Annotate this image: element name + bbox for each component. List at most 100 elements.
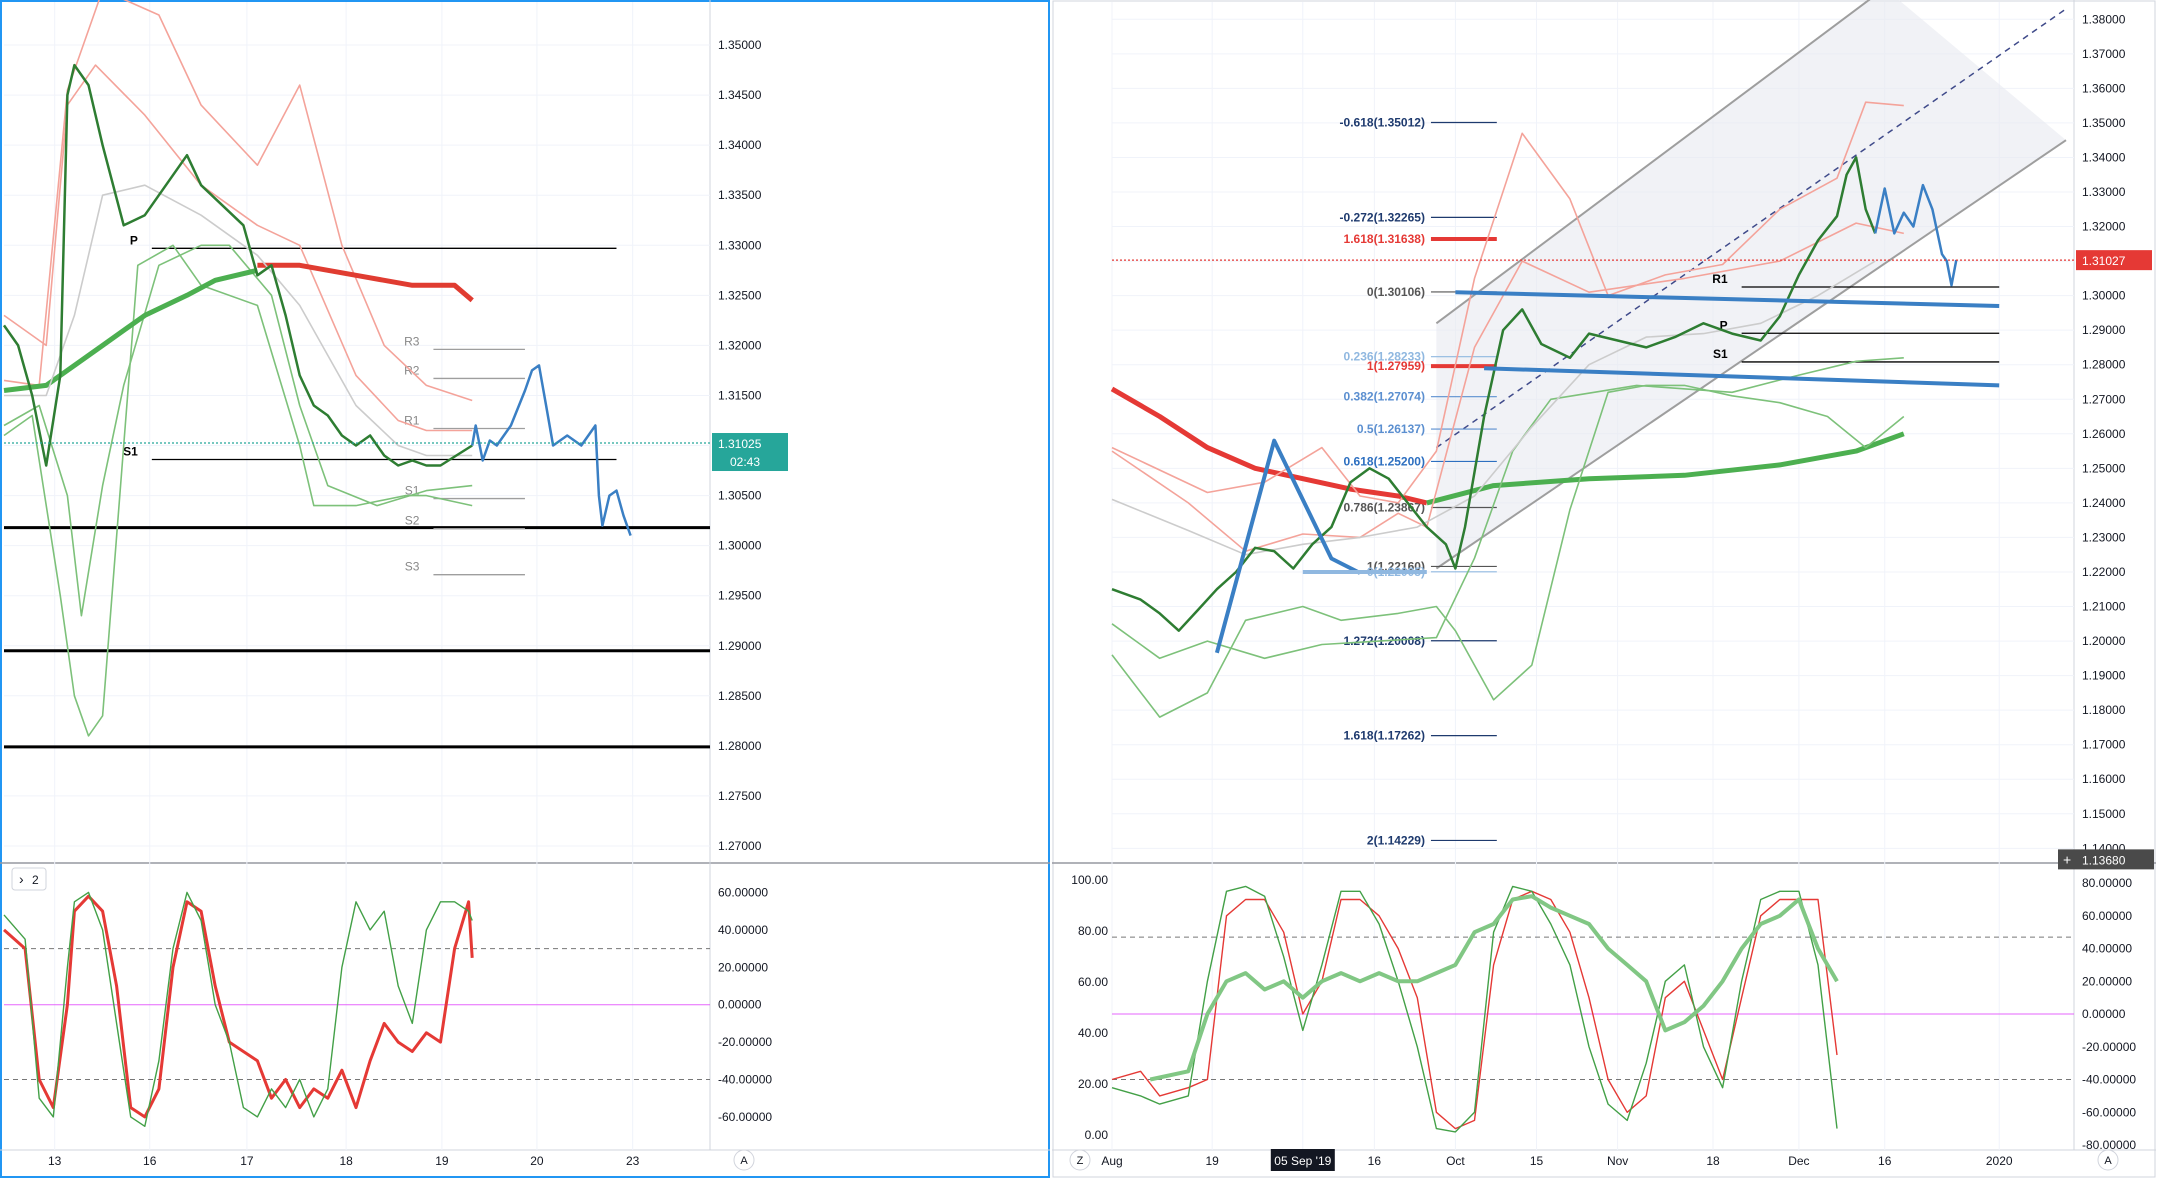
- pivot-label: S1: [123, 445, 138, 459]
- fib-level-label: 0.5(1.26137): [1357, 422, 1425, 436]
- osc-tick-label: -40.00000: [718, 1073, 772, 1087]
- y-tick-label: 1.20000: [2082, 634, 2126, 648]
- y-tick-label: 1.32000: [2082, 220, 2126, 234]
- pivot-label: S3: [405, 560, 420, 574]
- fib-level-label: -0.272(1.32265): [1340, 210, 1425, 224]
- y-tick-label: 1.18000: [2082, 703, 2126, 717]
- x-tick-label: 16: [143, 1154, 157, 1168]
- y-tick-label: 1.27000: [718, 839, 762, 853]
- osc-left-tick-label: 60.00: [1078, 975, 1108, 989]
- y-tick-label: 1.29000: [718, 639, 762, 653]
- auto-scale-label: A: [2104, 1155, 2112, 1167]
- osc-tick-label: 20.00000: [718, 960, 768, 974]
- y-tick-label: 1.33000: [2082, 185, 2126, 199]
- y-tick-label: 1.28500: [718, 689, 762, 703]
- fib-level-label: 2(1.14229): [1367, 833, 1425, 847]
- y-tick-label: 1.28000: [2082, 358, 2126, 372]
- osc-tick-label: 40.00000: [2082, 942, 2132, 956]
- osc-collapse-button[interactable]: [11, 867, 47, 891]
- x-tick-label: 16: [1368, 1154, 1382, 1168]
- crosshair-price-value: 1.13680: [2082, 853, 2126, 867]
- osc-tick-label: 20.00000: [2082, 974, 2132, 988]
- x-tick-label: 19: [1205, 1154, 1219, 1168]
- y-tick-label: 1.29000: [2082, 323, 2126, 337]
- y-tick-label: 1.34000: [718, 138, 762, 152]
- y-tick-label: 1.25000: [2082, 461, 2126, 475]
- x-tick-label: 19: [435, 1154, 449, 1168]
- y-tick-label: 1.35000: [2082, 116, 2126, 130]
- y-tick-label: 1.33000: [718, 238, 762, 252]
- fib-level-label: 0.618(1.25200): [1344, 454, 1425, 468]
- y-tick-label: 1.33500: [718, 188, 762, 202]
- y-tick-label: 1.29500: [718, 589, 762, 603]
- osc-tick-label: -20.00000: [718, 1035, 772, 1049]
- osc-left-tick-label: 80.00: [1078, 924, 1108, 938]
- osc-left-tick-label: 40.00: [1078, 1026, 1108, 1040]
- fib-level-label: 0(1.30106): [1367, 285, 1425, 299]
- x-tick-label: 2020: [1986, 1154, 2013, 1168]
- y-tick-label: 1.27500: [718, 789, 762, 803]
- fib-level-label: -0.618(1.35012): [1340, 115, 1425, 129]
- y-tick-label: 1.30500: [718, 489, 762, 503]
- y-tick-label: 1.34500: [718, 88, 762, 102]
- y-tick-label: 1.38000: [2082, 12, 2126, 26]
- osc-tick-label: 60.00000: [2082, 909, 2132, 923]
- y-tick-label: 1.16000: [2082, 772, 2126, 786]
- zoom-label: Z: [1077, 1155, 1084, 1167]
- x-tick-label: Nov: [1607, 1154, 1628, 1168]
- osc-tick-label: 80.00000: [2082, 876, 2132, 890]
- osc-tick-label: -40.00000: [2082, 1073, 2136, 1087]
- osc-tick-label: -60.00000: [718, 1110, 772, 1124]
- last-price-value: 1.31027: [2082, 254, 2126, 268]
- x-tick-label: Oct: [1446, 1154, 1465, 1168]
- x-tick-label: 18: [1706, 1154, 1720, 1168]
- x-tick-label: 20: [530, 1154, 544, 1168]
- osc-tick-label: 0.00000: [718, 998, 762, 1012]
- crosshair-plus-icon: +: [2063, 851, 2071, 867]
- y-tick-label: 1.19000: [2082, 669, 2126, 683]
- x-tick-label: 17: [240, 1154, 254, 1168]
- osc-left-tick-label: 20.00: [1078, 1077, 1108, 1091]
- y-tick-label: 1.32500: [718, 288, 762, 302]
- auto-scale-label: A: [740, 1155, 748, 1167]
- pivot-label: S2: [405, 514, 420, 528]
- y-tick-label: 1.30000: [718, 539, 762, 553]
- y-tick-label: 1.30000: [2082, 289, 2126, 303]
- y-tick-label: 1.23000: [2082, 530, 2126, 544]
- x-tick-label: 16: [1878, 1154, 1892, 1168]
- fib-level-label: 1.618(1.17262): [1344, 729, 1425, 743]
- y-tick-label: 1.27000: [2082, 392, 2126, 406]
- x-tick-label: 18: [339, 1154, 353, 1168]
- x-tick-label: 13: [48, 1154, 62, 1168]
- y-tick-label: 1.26000: [2082, 427, 2126, 441]
- countdown-timer: 02:43: [730, 455, 760, 469]
- osc-tick-label: -60.00000: [2082, 1105, 2136, 1119]
- y-tick-label: 1.28000: [718, 739, 762, 753]
- y-tick-label: 1.34000: [2082, 150, 2126, 164]
- y-tick-label: 1.35000: [718, 38, 762, 52]
- x-tick-label: 05 Sep '19: [1274, 1154, 1331, 1168]
- x-tick-label: Aug: [1101, 1154, 1122, 1168]
- y-tick-label: 1.22000: [2082, 565, 2126, 579]
- y-tick-label: 1.36000: [2082, 81, 2126, 95]
- x-tick-label: Dec: [1788, 1154, 1809, 1168]
- chevron-icon: ›: [19, 871, 24, 887]
- x-tick-label: 23: [626, 1154, 640, 1168]
- osc-tick-label: 40.00000: [718, 923, 768, 937]
- osc-left-tick-label: 0.00: [1085, 1128, 1109, 1142]
- fib-level-label: 1(1.27959): [1367, 359, 1425, 373]
- chart-canvas: 1.35000 1.34500 1.34000 1.33500 1.33000 1.325…: [0, 0, 2158, 1180]
- pivot-label: S1: [1713, 347, 1728, 361]
- y-tick-label: 1.32000: [718, 338, 762, 352]
- y-tick-label: 1.24000: [2082, 496, 2126, 510]
- y-tick-label: 1.15000: [2082, 807, 2126, 821]
- y-tick-label: 1.21000: [2082, 600, 2126, 614]
- osc-tick-label: 0.00000: [2082, 1007, 2126, 1021]
- pivot-label: R1: [1712, 272, 1728, 286]
- pivot-label: R3: [404, 334, 420, 348]
- fib-level-label: 1.618(1.31638): [1344, 232, 1425, 246]
- last-price-value: 1.31025: [718, 437, 762, 451]
- y-tick-label: 1.31500: [718, 388, 762, 402]
- fib-level-label: 0.382(1.27074): [1344, 390, 1425, 404]
- pivot-label: P: [130, 233, 138, 247]
